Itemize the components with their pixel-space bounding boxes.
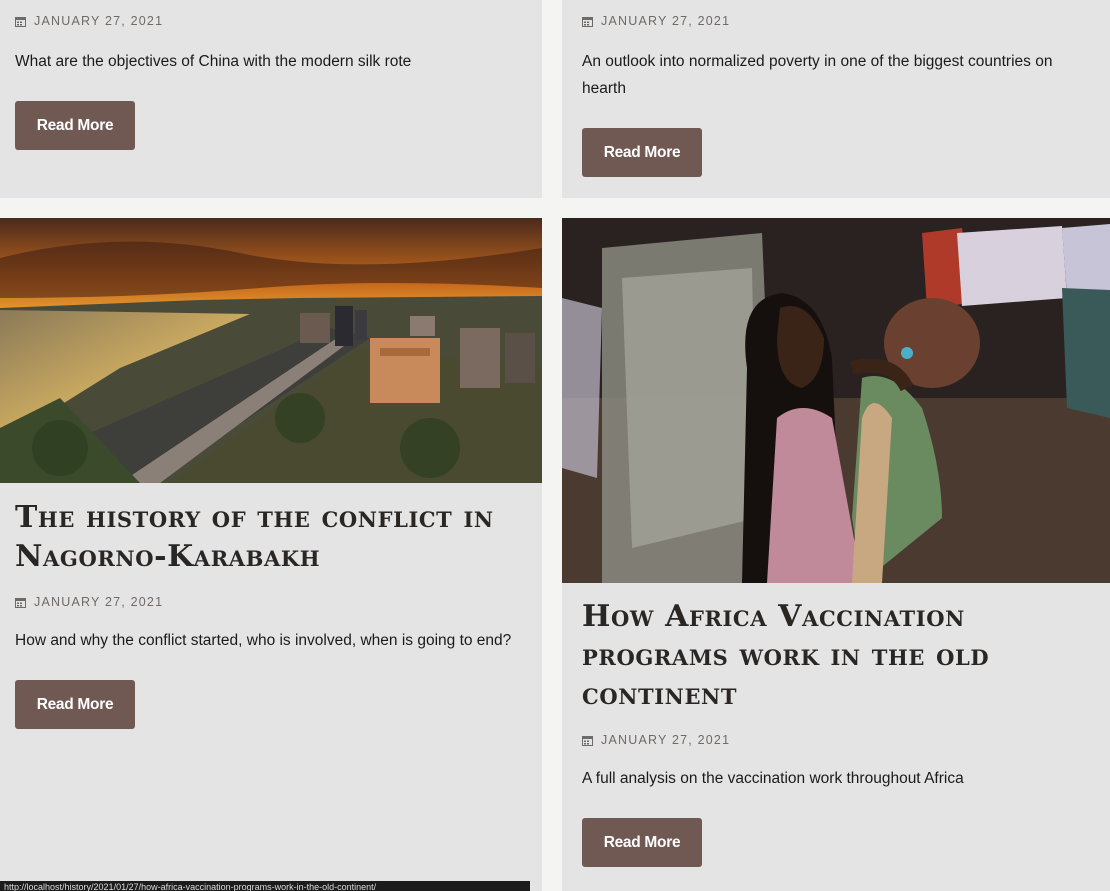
post-card: The history of the conflict in Nagorno-K… [0,218,542,891]
calendar-icon [15,16,26,27]
post-excerpt: What are the objectives of China with th… [15,53,412,70]
read-more-button[interactable]: Read More [15,680,135,729]
post-date: JANUARY 27, 2021 [582,733,730,747]
post-date: JANUARY 27, 2021 [582,14,730,28]
post-date-text: JANUARY 27, 2021 [34,14,164,28]
read-more-button[interactable]: Read More [582,818,702,867]
calendar-icon [15,597,26,608]
post-card: How Africa Vaccination programs work in … [562,218,1110,891]
post-title[interactable]: The history of the conflict in Nagorno-K… [15,498,530,576]
post-card: JANUARY 27, 2021 What are the objectives… [0,0,542,198]
link-preview-status-bar: http://localhost/history/2021/01/27/how-… [0,881,530,891]
post-date-text: JANUARY 27, 2021 [34,595,164,609]
woman-holding-child-image [562,218,1110,583]
read-more-button[interactable]: Read More [582,128,702,177]
post-date: JANUARY 27, 2021 [15,595,163,609]
post-card: JANUARY 27, 2021 An outlook into normali… [562,0,1110,198]
post-date-text: JANUARY 27, 2021 [601,14,731,28]
post-excerpt: How and why the conflict started, who is… [15,632,512,649]
calendar-icon [582,735,593,746]
post-title[interactable]: How Africa Vaccination programs work in … [582,597,1092,714]
post-excerpt: A full analysis on the vaccination work … [582,770,964,787]
city-skyline-sunset-image [0,218,542,483]
read-more-button[interactable]: Read More [15,101,135,150]
post-excerpt: An outlook into normalized poverty in on… [582,53,1053,97]
post-date: JANUARY 27, 2021 [15,14,163,28]
calendar-icon [582,16,593,27]
post-featured-image[interactable] [562,218,1110,583]
post-featured-image[interactable] [0,218,542,483]
post-date-text: JANUARY 27, 2021 [601,733,731,747]
